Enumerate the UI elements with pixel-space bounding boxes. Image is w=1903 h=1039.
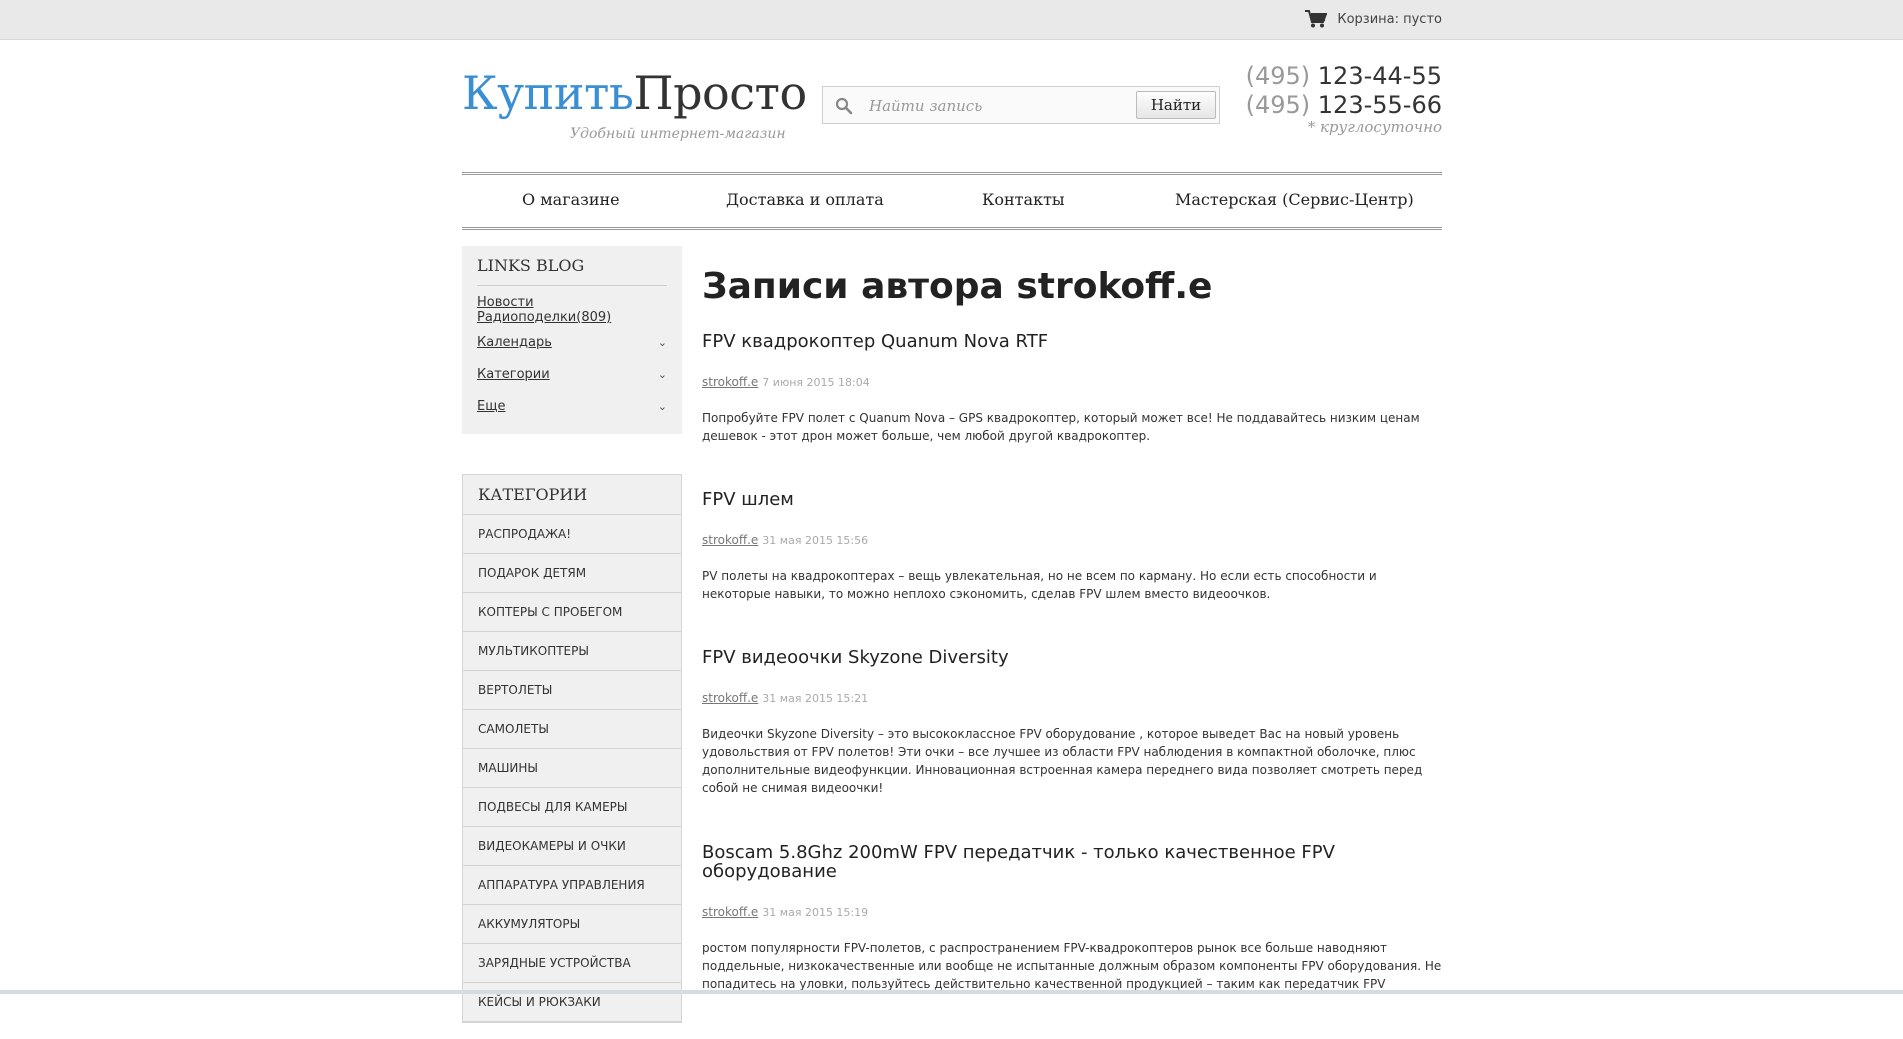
blog-item-news[interactable]: Новости Радиоподелки(809) <box>477 294 667 326</box>
post-title[interactable]: FPV шлем <box>702 491 1442 509</box>
post-title[interactable]: Boscam 5.8Ghz 200mW FPV передатчик - тол… <box>702 843 1442 881</box>
cart-icon <box>1305 10 1328 28</box>
category-item[interactable]: МУЛЬТИКОПТЕРЫ <box>463 632 681 671</box>
category-item[interactable]: ВИДЕОКАМЕРЫ И ОЧКИ <box>463 827 681 866</box>
search-icon <box>835 97 853 119</box>
cart-label: Корзина: пусто <box>1337 11 1442 27</box>
links-blog-box: LINKS BLOG Новости Радиоподелки(809) Кал… <box>462 246 682 434</box>
page-container: КупитьПросто Удобный интернет-магазин На… <box>462 40 1442 1023</box>
top-bar: Корзина: пусто <box>0 0 1903 40</box>
phone-block: (495) 123-44-55 (495) 123-55-66 * кругло… <box>1246 62 1442 136</box>
post-meta: strokoff.e 31 мая 2015 15:19 <box>702 905 1442 919</box>
post-item: Boscam 5.8Ghz 200mW FPV передатчик - тол… <box>702 843 1442 993</box>
category-item[interactable]: КЕЙСЫ И РЮКЗАКИ <box>463 983 681 1022</box>
post-item: FPV шлем strokoff.e 31 мая 2015 15:56 PV … <box>702 491 1442 603</box>
post-title[interactable]: FPV квадрокоптер Quanum Nova RTF <box>702 333 1442 351</box>
category-item[interactable]: ЗАРЯДНЫЕ УСТРОЙСТВА <box>463 944 681 983</box>
links-blog-title: LINKS BLOG <box>477 256 667 286</box>
site-tagline: Удобный интернет-магазин <box>570 126 786 142</box>
site-logo[interactable]: КупитьПросто <box>462 70 807 116</box>
search-form: Найти <box>822 86 1220 124</box>
category-item[interactable]: ПОДВЕСЫ ДЛЯ КАМЕРЫ <box>463 788 681 827</box>
nav-delivery[interactable]: Доставка и оплата <box>726 190 884 209</box>
hours-note: * круглосуточно <box>1307 118 1442 136</box>
category-item[interactable]: САМОЛЕТЫ <box>463 710 681 749</box>
category-item[interactable]: АППАРАТУРА УПРАВЛЕНИЯ <box>463 866 681 905</box>
post-item: FPV квадрокоптер Quanum Nova RTF strokof… <box>702 333 1442 445</box>
main-content: Записи автора strokoff.e FPV квадрокопте… <box>702 246 1442 1039</box>
post-excerpt: Видеочки Skyzone Diversity – это высокок… <box>702 727 1423 795</box>
nav-workshop[interactable]: Мастерская (Сервис-Центр) <box>1175 190 1414 209</box>
category-item[interactable]: ВЕРТОЛЕТЫ <box>463 671 681 710</box>
chevron-down-icon: ⌄ <box>657 335 667 349</box>
cart-link[interactable]: Корзина: пусто <box>1305 10 1442 28</box>
post-title[interactable]: FPV видеоочки Skyzone Diversity <box>702 649 1442 667</box>
logo-part2: Просто <box>633 66 807 120</box>
site-header: КупитьПросто Удобный интернет-магазин На… <box>462 40 1442 230</box>
post-author-link[interactable]: strokoff.e <box>702 691 758 705</box>
main-nav: О магазине Доставка и оплата Контакты Ма… <box>462 172 1442 230</box>
categories-title: КАТЕГОРИИ <box>463 475 681 515</box>
blog-item-categories[interactable]: Категории ⌄ <box>477 358 667 390</box>
chevron-down-icon: ⌄ <box>657 399 667 413</box>
category-item[interactable]: КОПТЕРЫ С ПРОБЕГОМ <box>463 593 681 632</box>
chevron-down-icon: ⌄ <box>657 367 667 381</box>
sidebar: LINKS BLOG Новости Радиоподелки(809) Кал… <box>462 246 682 1023</box>
browser-status-bar <box>0 990 1903 994</box>
page-title: Записи автора strokoff.e <box>702 266 1213 307</box>
phone-2[interactable]: (495) 123-55-66 <box>1246 91 1442 120</box>
nav-about[interactable]: О магазине <box>522 190 620 209</box>
category-item[interactable]: МАШИНЫ <box>463 749 681 788</box>
blog-item-more[interactable]: Еще ⌄ <box>477 390 667 422</box>
post-meta: strokoff.e 7 июня 2015 18:04 <box>702 375 1442 389</box>
category-item[interactable]: РАСПРОДАЖА! <box>463 515 681 554</box>
post-date: 31 мая 2015 15:21 <box>762 692 869 705</box>
category-item[interactable]: АККУМУЛЯТОРЫ <box>463 905 681 944</box>
logo-part1: Купить <box>462 66 634 120</box>
post-meta: strokoff.e 31 мая 2015 15:21 <box>702 691 1442 705</box>
post-item: FPV видеоочки Skyzone Diversity strokoff… <box>702 649 1442 797</box>
phone-1[interactable]: (495) 123-44-55 <box>1246 62 1442 91</box>
post-meta: strokoff.e 31 мая 2015 15:56 <box>702 533 1442 547</box>
nav-contacts[interactable]: Контакты <box>982 190 1065 209</box>
blog-item-calendar[interactable]: Календарь ⌄ <box>477 326 667 358</box>
search-input[interactable] <box>867 93 1121 119</box>
post-date: 7 июня 2015 18:04 <box>762 376 870 389</box>
post-excerpt: ростом популярности FPV-полетов, с распр… <box>702 941 1442 991</box>
categories-box: КАТЕГОРИИ РАСПРОДАЖА! ПОДАРОК ДЕТЯМ КОПТ… <box>462 474 682 1023</box>
category-item[interactable]: ПОДАРОК ДЕТЯМ <box>463 554 681 593</box>
post-author-link[interactable]: strokoff.e <box>702 533 758 547</box>
post-author-link[interactable]: strokoff.e <box>702 905 758 919</box>
post-date: 31 мая 2015 15:56 <box>762 534 869 547</box>
post-author-link[interactable]: strokoff.e <box>702 375 758 389</box>
post-excerpt: PV полеты на квадрокоптерах – вещь увлек… <box>702 569 1377 601</box>
post-excerpt: Попробуйте FPV полет с Quanum Nova – GPS… <box>702 411 1420 443</box>
search-button[interactable]: Найти <box>1136 91 1216 119</box>
post-date: 31 мая 2015 15:19 <box>762 906 869 919</box>
